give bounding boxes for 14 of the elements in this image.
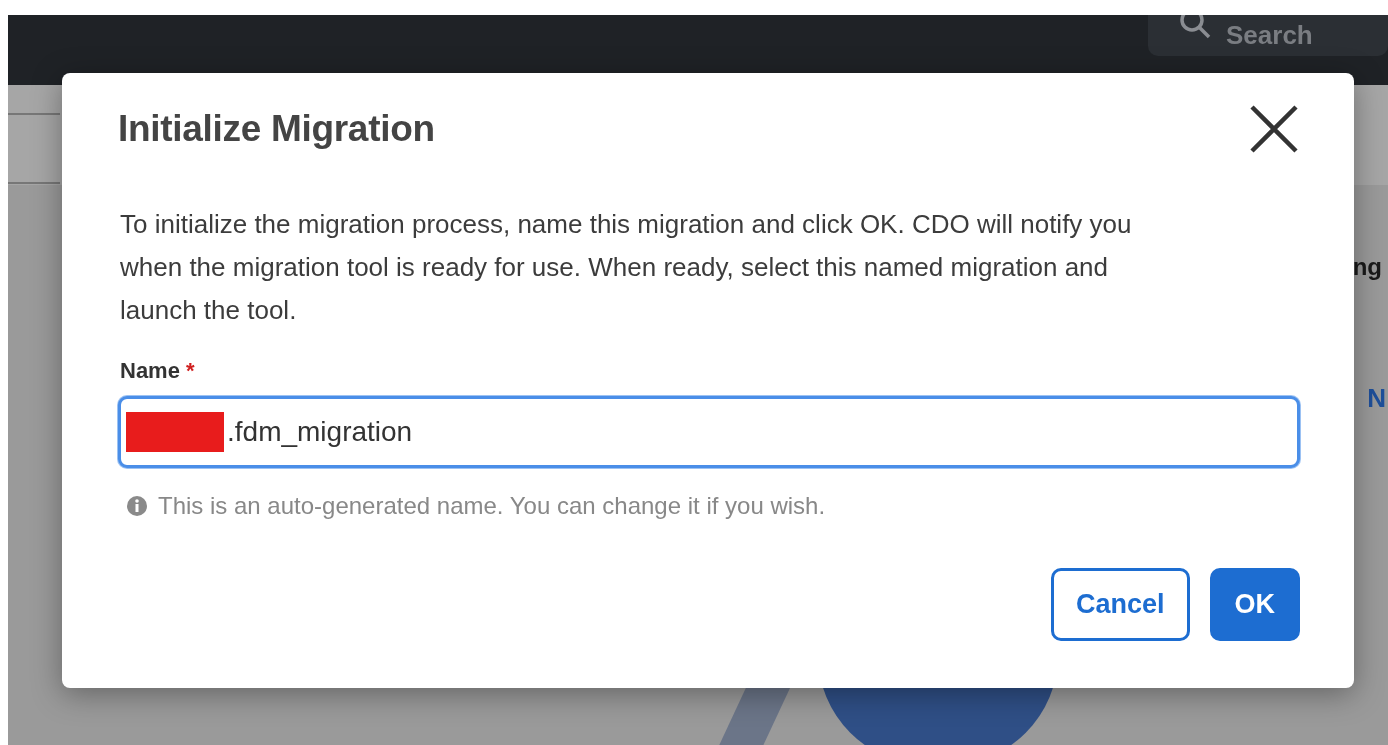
search-icon — [1178, 15, 1212, 40]
name-input-field[interactable]: .fdm_migration — [118, 396, 1300, 468]
dialog-description: To initialize the migration process, name this migration and click OK. CDO will notify you when the migration tool is ready for use. When ready, select this named migration and launch the tool. — [120, 208, 1133, 327]
close-icon — [1248, 103, 1300, 155]
background-link[interactable]: N — [1367, 383, 1386, 414]
search-field[interactable]: Search — [1148, 15, 1388, 56]
close-button[interactable] — [1248, 103, 1300, 155]
background-text: ng — [1352, 253, 1382, 281]
cancel-button[interactable]: Cancel — [1050, 568, 1190, 641]
info-icon — [126, 495, 148, 517]
field-label: Name * — [120, 358, 195, 384]
hint-text: This is an auto-generated name. You can change it if you wish. — [158, 492, 826, 520]
ok-button[interactable]: OK — [1209, 568, 1300, 641]
dialog-title: Initialize Migration — [118, 108, 435, 150]
